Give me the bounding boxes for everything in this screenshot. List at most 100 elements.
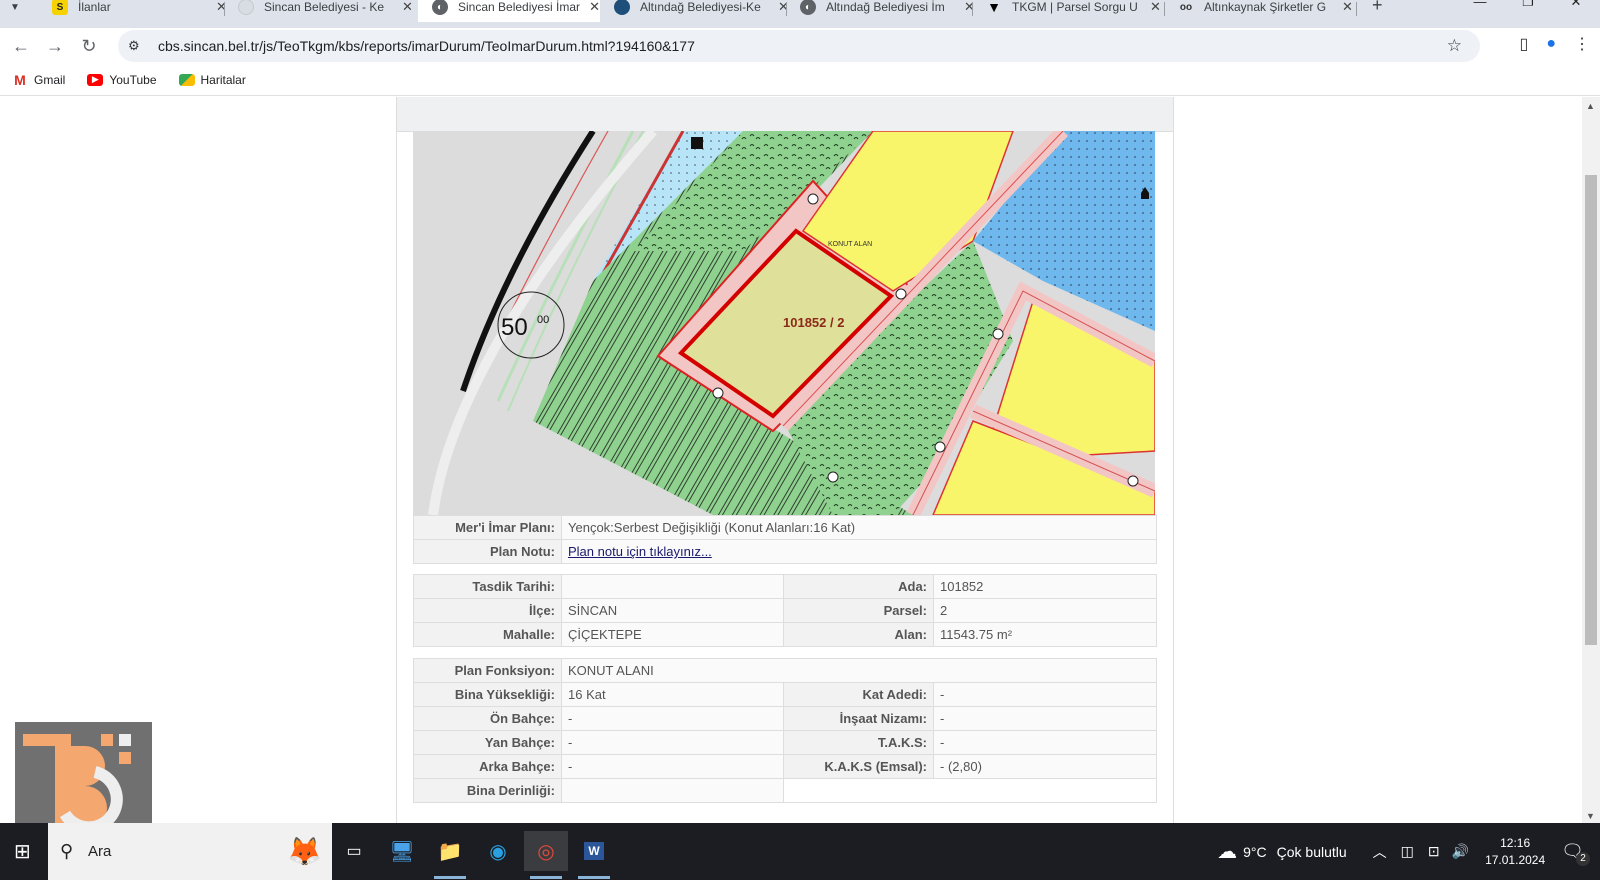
- close-tab-icon[interactable]: ✕: [1150, 0, 1161, 15]
- bina-derinligi-value: [561, 778, 784, 803]
- alan-value: 11543.75 m²: [933, 622, 1157, 647]
- zoning-map-svg: 101852 / 2 KONUT ALAN 50 00: [413, 131, 1155, 515]
- chrome-browser-icon[interactable]: ◎: [524, 831, 568, 879]
- remote-desktop-icon[interactable]: 🖥: [380, 831, 424, 871]
- kaks-label: K.A.K.S (Emsal):: [783, 754, 934, 779]
- tab-title: TKGM | Parsel Sorgu U: [1012, 0, 1138, 14]
- tab-altinkaynak[interactable]: oo Altınkaynak Şirketler G ✕: [1164, 0, 1354, 22]
- table-row: Plan Notu: Plan notu için tıklayınız...: [413, 539, 1157, 564]
- menu-kebab-icon[interactable]: ⋮: [1574, 34, 1590, 54]
- url-text[interactable]: cbs.sincan.bel.tr/js/TeoTkgm/kbs/reports…: [158, 38, 695, 54]
- zoning-map[interactable]: 101852 / 2 KONUT ALAN 50 00: [413, 131, 1155, 515]
- tab-title: Sincan Belediyesi - Ke: [264, 0, 385, 14]
- table-row: Mahalle: ÇİÇEKTEPE Alan: 11543.75 m²: [413, 622, 1157, 647]
- word-icon[interactable]: W: [572, 831, 616, 879]
- minimize-button[interactable]: —: [1456, 0, 1504, 10]
- tab-sincan-belediyesi-imar[interactable]: ◐ Sincan Belediyesi İmar ✕: [418, 0, 600, 22]
- sahibinden-favicon-icon: S: [52, 0, 68, 15]
- taks-value: -: [933, 730, 1157, 755]
- tab-altindag-belediyesi-imar[interactable]: ◐ Altındağ Belediyesi İm ✕: [786, 0, 976, 22]
- parsel-value: 2: [933, 598, 1157, 623]
- weather-temp[interactable]: 9°C: [1243, 844, 1267, 860]
- table-row: Ön Bahçe: - İnşaat Nizamı: -: [413, 706, 1157, 731]
- taks-label: T.A.K.S:: [783, 730, 934, 755]
- yan-bahce-value: -: [561, 730, 784, 755]
- bg-monogram-icon: [23, 734, 131, 834]
- new-tab-button[interactable]: +: [1358, 0, 1383, 20]
- plan-fonksiyon-value: KONUT ALANI: [561, 658, 1157, 683]
- network-icon[interactable]: ⊡: [1428, 843, 1440, 860]
- edge-browser-icon[interactable]: ◉: [476, 831, 520, 871]
- report-subtitle: ▪▪▪▪▪▪▪▪▪ ▪▪▪▪: [677, 97, 759, 101]
- tab-ilanlar[interactable]: S İlanlar ✕: [38, 0, 228, 22]
- scrollbar-thumb[interactable]: [1585, 175, 1597, 645]
- window-controls: — ❐ ✕: [1456, 0, 1600, 10]
- back-button[interactable]: ←: [4, 36, 38, 57]
- parcel-info-table: Tasdik Tarihi: Ada: 101852 İlçe: SİNCAN …: [413, 574, 1157, 647]
- tasdik-tarihi-label: Tasdik Tarihi:: [413, 574, 562, 599]
- road-width-sup: 00: [537, 314, 549, 326]
- tab-title: Altındağ Belediyesi-Ke: [640, 0, 761, 14]
- weather-desc[interactable]: Çok bulutlu: [1277, 844, 1347, 860]
- bookmark-label: YouTube: [109, 72, 157, 87]
- forward-button[interactable]: →: [38, 36, 72, 57]
- weather-cloud-icon[interactable]: ☁: [1217, 839, 1237, 864]
- page-viewport: ▪▪▪▪▪▪▪▪▪ ▪▪▪▪: [0, 97, 1582, 823]
- mahalle-label: Mahalle:: [413, 622, 562, 647]
- site-favicon-icon: ◐: [800, 0, 816, 15]
- maps-icon: [178, 73, 195, 86]
- youtube-icon: ▶: [87, 73, 104, 86]
- ada-label: Ada:: [783, 574, 934, 599]
- close-tab-icon[interactable]: ✕: [1342, 0, 1353, 15]
- close-tab-icon[interactable]: ✕: [402, 0, 413, 15]
- altindag-favicon-icon: [614, 0, 630, 15]
- bookmark-haritalar[interactable]: Haritalar: [178, 73, 246, 87]
- windows-start-icon[interactable]: ⊞: [14, 839, 31, 864]
- parcel-number-label: 101852 / 2: [783, 315, 844, 330]
- table-row: Mer'i İmar Planı: Yençok:Serbest Değişik…: [413, 515, 1157, 540]
- yan-bahce-label: Yan Bahçe:: [413, 730, 562, 755]
- table-row: Bina Yüksekliği: 16 Kat Kat Adedi: -: [413, 682, 1157, 707]
- task-view-icon[interactable]: ▭: [332, 831, 376, 871]
- page-scrollbar[interactable]: ▲ ▼: [1582, 97, 1600, 823]
- globe-favicon-icon: [238, 0, 254, 15]
- plan-info-table: Mer'i İmar Planı: Yençok:Serbest Değişik…: [413, 515, 1157, 564]
- parsel-label: Parsel:: [783, 598, 934, 623]
- plan-notu-link[interactable]: Plan notu için tıklayınız...: [568, 544, 712, 559]
- mosque-symbol: [691, 137, 703, 149]
- address-bar[interactable]: ⚙ cbs.sincan.bel.tr/js/TeoTkgm/kbs/repor…: [118, 30, 1480, 62]
- taskbar-search-box[interactable]: ⚲ Ara 🦊: [48, 823, 332, 880]
- volume-icon[interactable]: 🔊: [1452, 843, 1469, 860]
- tab-altindag-belediyesi-ke[interactable]: Altındağ Belediyesi-Ke ✕: [600, 0, 790, 22]
- arka-bahce-value: -: [561, 754, 784, 779]
- meri-imar-plani-value: Yençok:Serbest Değişikliği (Konut Alanla…: [561, 515, 1157, 540]
- reload-button[interactable]: ↻: [72, 36, 106, 57]
- tab-title: Sincan Belediyesi İmar: [458, 0, 581, 14]
- clock[interactable]: 12:16 17.01.2024: [1485, 835, 1545, 869]
- bookmark-youtube[interactable]: ▶ YouTube: [87, 72, 157, 87]
- close-window-button[interactable]: ✕: [1552, 0, 1600, 10]
- meet-now-icon[interactable]: ◫: [1401, 843, 1414, 860]
- road-width-label: 50: [501, 314, 528, 341]
- tab-tkgm-parsel-sorgu[interactable]: ▼ TKGM | Parsel Sorgu U ✕: [972, 0, 1162, 22]
- file-explorer-icon[interactable]: 📁: [428, 831, 472, 879]
- tab-sincan-belediyesi-ke[interactable]: Sincan Belediyesi - Ke ✕: [224, 0, 414, 22]
- notification-center-icon[interactable]: 🗨 2: [1561, 841, 1590, 866]
- bina-derinligi-label: Bina Derinliği:: [413, 778, 562, 803]
- clock-date: 17.01.2024: [1485, 852, 1546, 867]
- scroll-up-arrow-icon[interactable]: ▲: [1586, 101, 1595, 111]
- side-panel-icon[interactable]: ▯: [1520, 34, 1529, 54]
- kaks-value: - (2,80): [933, 754, 1157, 779]
- restore-button[interactable]: ❐: [1504, 0, 1552, 10]
- bookmark-star-icon[interactable]: ☆: [1447, 36, 1462, 56]
- bookmark-gmail[interactable]: M Gmail: [12, 72, 65, 88]
- show-hidden-icons-chevron-icon[interactable]: ︿: [1373, 842, 1387, 862]
- tab-title: İlanlar: [78, 0, 111, 14]
- ilce-value: SİNCAN: [561, 598, 784, 623]
- tab-search-button[interactable]: ▼: [0, 0, 20, 22]
- scroll-down-arrow-icon[interactable]: ▼: [1586, 811, 1595, 821]
- imar-report: ▪▪▪▪▪▪▪▪▪ ▪▪▪▪: [396, 97, 1174, 823]
- profile-avatar-icon[interactable]: ●: [1546, 35, 1556, 53]
- close-tab-icon[interactable]: ✕: [589, 0, 600, 15]
- site-info-icon[interactable]: ⚙: [128, 38, 150, 54]
